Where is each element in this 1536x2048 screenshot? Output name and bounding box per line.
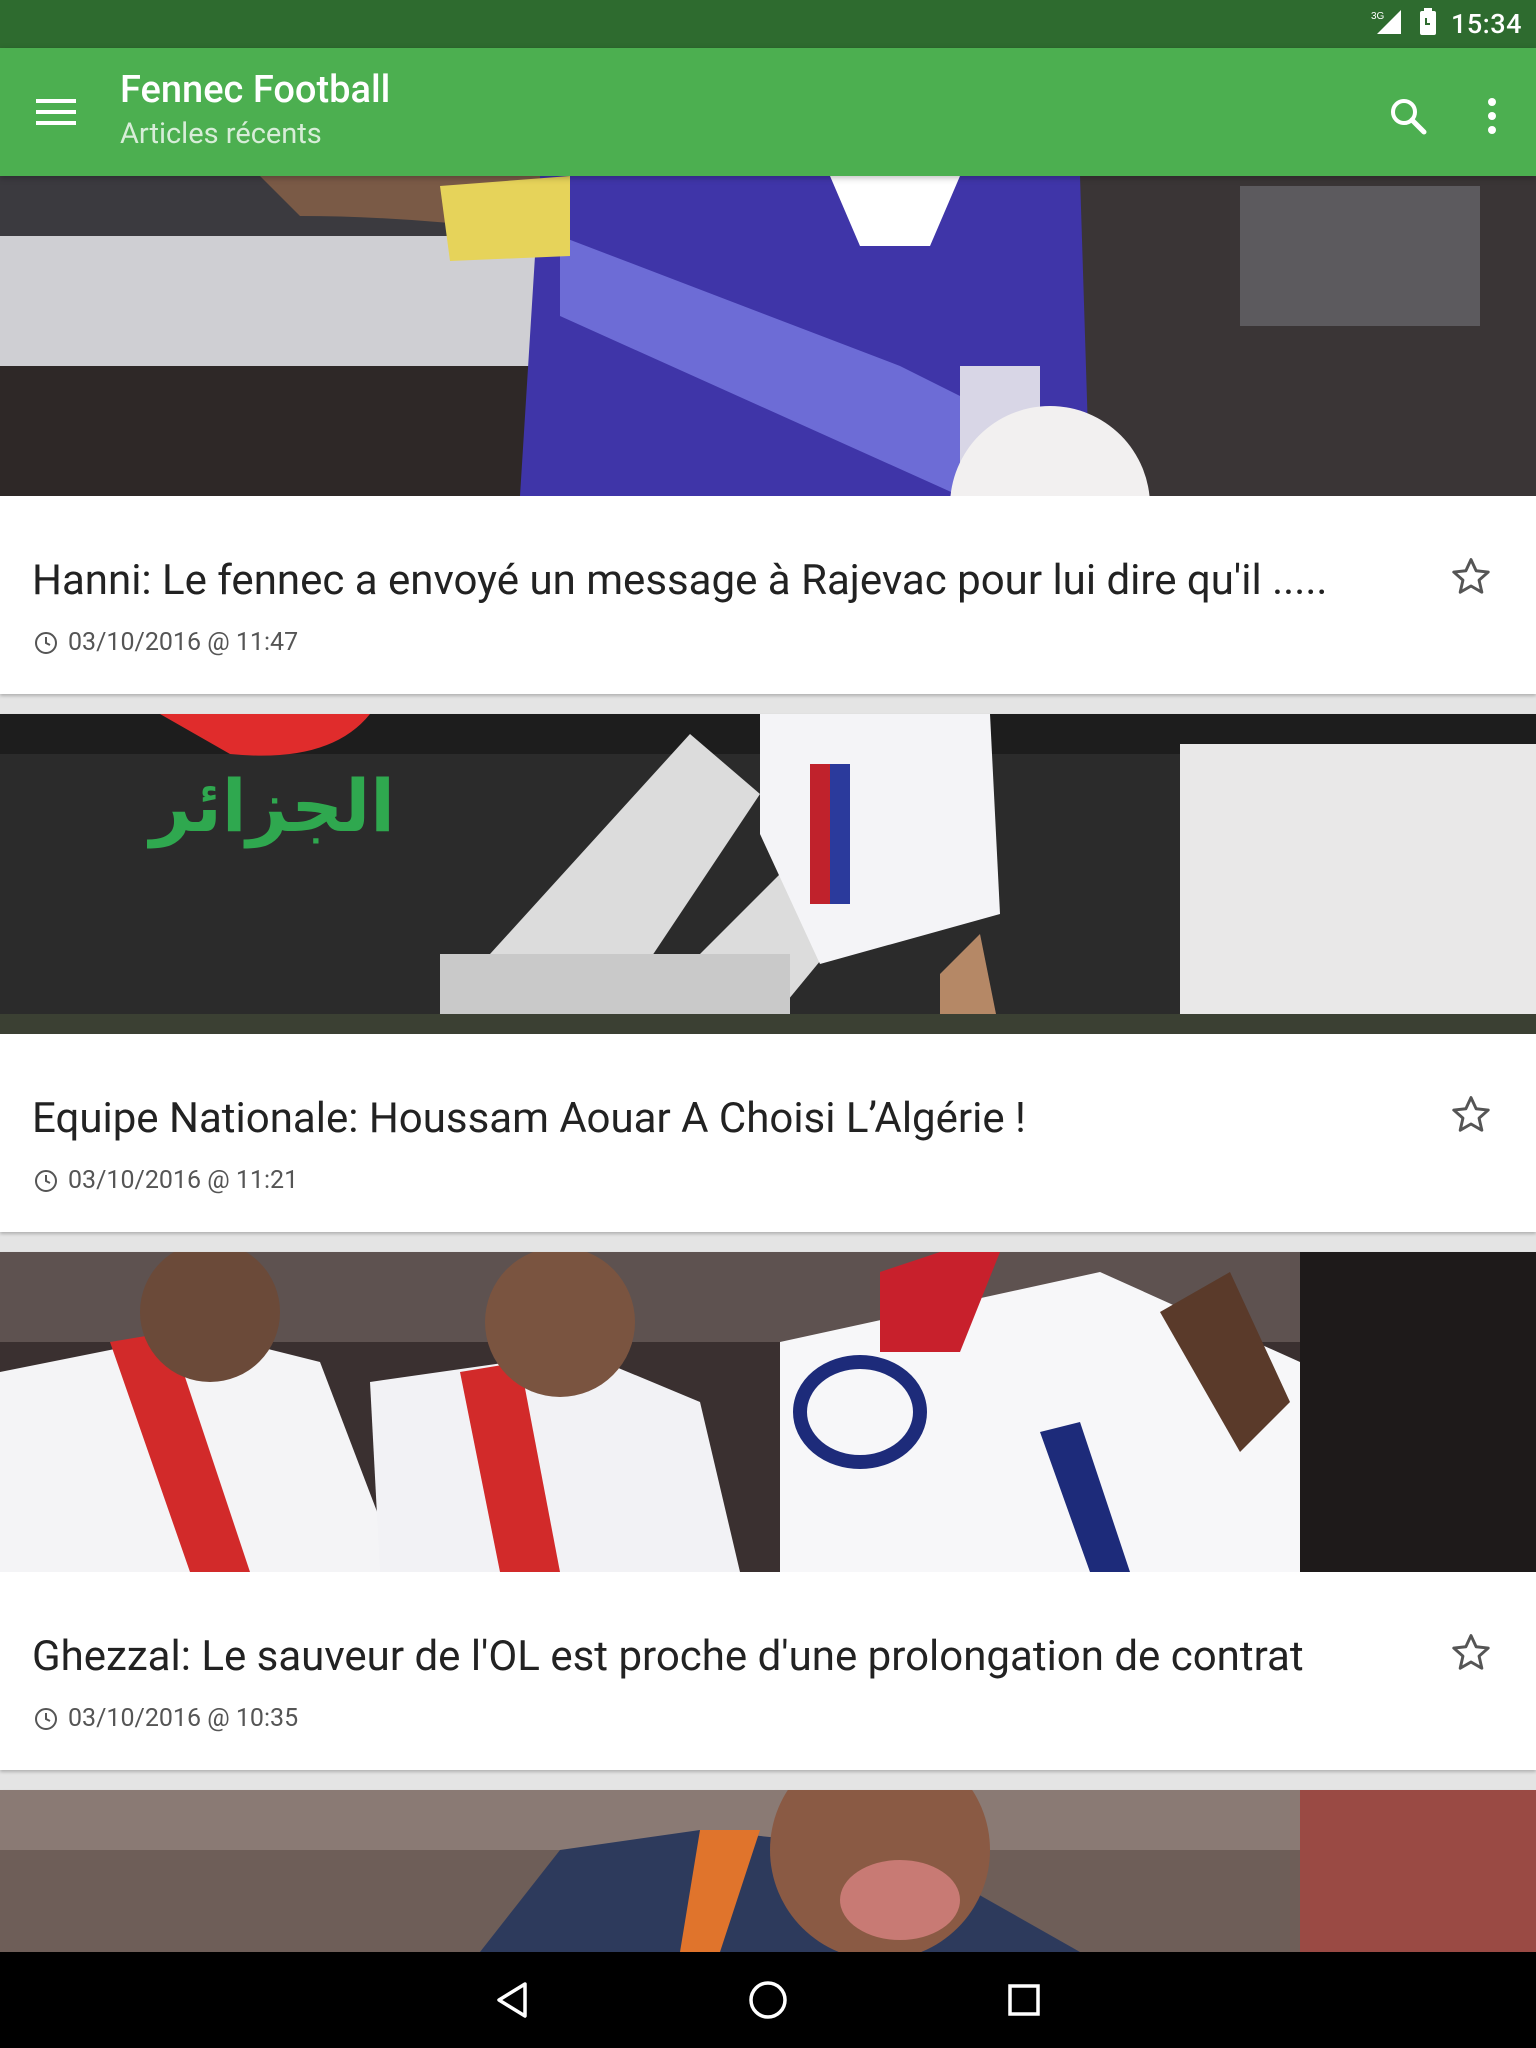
article-title[interactable]: Ghezzal: Le sauveur de l'OL est proche d…: [32, 1632, 1392, 1681]
home-circle-icon: [749, 1981, 787, 2019]
search-button[interactable]: [1380, 88, 1436, 144]
status-bar: 3G 15:34: [0, 0, 1536, 48]
article-date-text: 03/10/2016 @ 11:47: [68, 628, 299, 657]
favorite-button[interactable]: [1446, 552, 1496, 602]
article-image[interactable]: [0, 176, 1536, 496]
home-button[interactable]: [740, 1972, 796, 2028]
overflow-menu-button[interactable]: [1464, 88, 1520, 144]
article-card[interactable]: الجزائر Equipe Nationale: Houssam Aouar …: [0, 714, 1536, 1232]
star-outline-icon: [1452, 558, 1490, 594]
favorite-button[interactable]: [1446, 1628, 1496, 1678]
article-date: 03/10/2016 @ 11:21: [34, 1166, 298, 1195]
article-body: Ghezzal: Le sauveur de l'OL est proche d…: [0, 1572, 1536, 1770]
signal-3g-icon: 3G: [1371, 8, 1405, 40]
article-date-text: 03/10/2016 @ 10:35: [68, 1704, 299, 1733]
article-title[interactable]: Hanni: Le fennec a envoyé un message à R…: [32, 556, 1392, 605]
article-body: Hanni: Le fennec a envoyé un message à R…: [0, 496, 1536, 694]
article-date: 03/10/2016 @ 10:35: [34, 1704, 298, 1733]
back-triangle-icon: [497, 1982, 527, 2018]
recents-square-icon: [1008, 1984, 1040, 2016]
article-image[interactable]: [0, 1790, 1536, 1952]
hamburger-menu-icon: [36, 99, 76, 125]
back-button[interactable]: [484, 1972, 540, 2028]
recents-button[interactable]: [996, 1972, 1052, 2028]
star-outline-icon: [1452, 1634, 1490, 1670]
favorite-button[interactable]: [1446, 1090, 1496, 1140]
article-image[interactable]: [0, 1252, 1536, 1572]
article-date-text: 03/10/2016 @ 11:21: [68, 1166, 299, 1195]
clock-icon: [35, 1169, 57, 1192]
clock-icon: [35, 631, 57, 654]
article-title[interactable]: Equipe Nationale: Houssam Aouar A Choisi…: [32, 1094, 1392, 1143]
star-outline-icon: [1452, 1096, 1490, 1132]
article-card[interactable]: Ghezzal: Le sauveur de l'OL est proche d…: [0, 1252, 1536, 1770]
app-title: Fennec Football: [120, 68, 391, 112]
battery-icon: [1419, 8, 1437, 40]
system-navigation-bar: [0, 1952, 1536, 2048]
hamburger-menu-button[interactable]: [28, 88, 84, 136]
clock-icon: [35, 1707, 57, 1730]
more-vert-icon: [1488, 98, 1496, 134]
article-image[interactable]: الجزائر: [0, 714, 1536, 1034]
svg-text:3G: 3G: [1371, 11, 1385, 22]
search-icon: [1391, 99, 1427, 135]
article-body: Equipe Nationale: Houssam Aouar A Choisi…: [0, 1034, 1536, 1232]
arabic-banner-text: الجزائر: [150, 764, 395, 848]
app-subtitle: Articles récents: [120, 117, 322, 151]
article-card[interactable]: Hanni: Le fennec a envoyé un message à R…: [0, 176, 1536, 694]
app-toolbar: Fennec Football Articles récents: [0, 48, 1536, 176]
article-card[interactable]: [0, 1790, 1536, 1952]
clock-time: 15:34: [1450, 8, 1522, 40]
article-date: 03/10/2016 @ 11:47: [34, 628, 298, 657]
